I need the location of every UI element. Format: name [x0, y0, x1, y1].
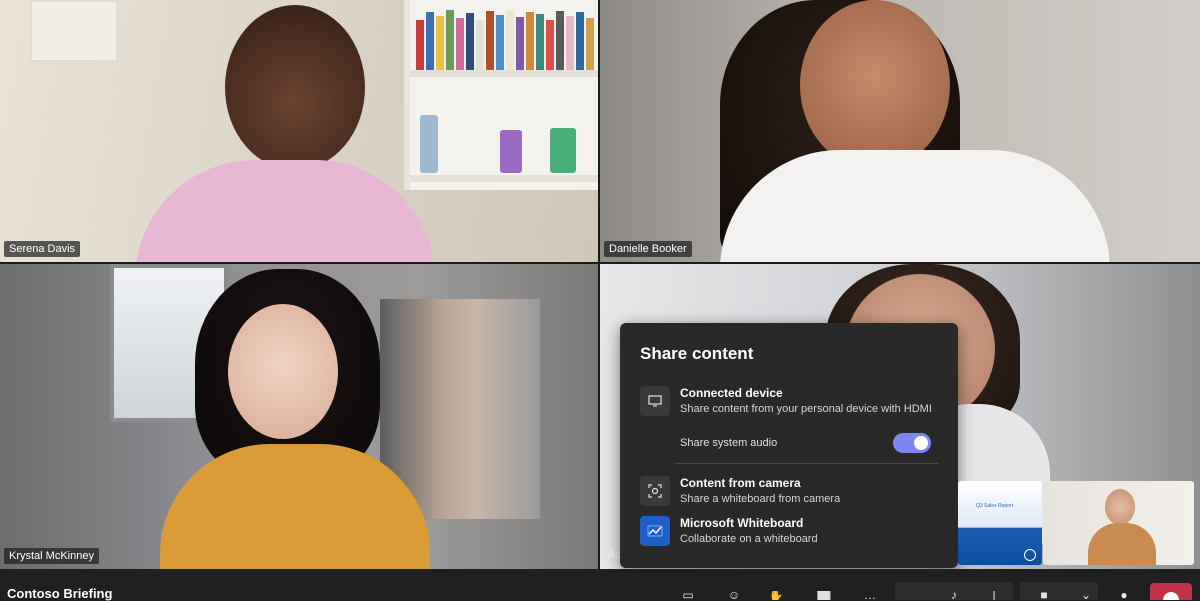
- popup-title: Share content: [640, 344, 754, 363]
- share-audio-toggle[interactable]: [893, 433, 931, 453]
- meeting-title: Contoso Briefing: [7, 586, 113, 601]
- option-title: Content from camera: [680, 476, 801, 490]
- camera-capture-icon: [640, 476, 670, 506]
- chevron-down-icon[interactable]: ⌄: [1078, 591, 1094, 600]
- microphone-icon[interactable]: ●: [1116, 591, 1132, 600]
- option-title: Microsoft Whiteboard: [680, 516, 804, 530]
- whiteboard-icon: [640, 516, 670, 546]
- video-tile-danielle[interactable]: Danielle Booker: [600, 0, 1200, 262]
- more-options-icon[interactable]: …: [862, 591, 878, 600]
- bookshelf: [404, 0, 598, 190]
- wall-poster: [30, 0, 118, 62]
- self-view-shirt: [1088, 523, 1156, 565]
- share-audio-label: Share system audio: [680, 437, 778, 449]
- leave-call-button[interactable]: [1150, 583, 1192, 600]
- thumbnail-label: Q3 Sales Report: [976, 503, 1013, 509]
- divider: [675, 463, 938, 464]
- participant-name-tag: Danielle Booker: [604, 241, 692, 257]
- layout-icon[interactable]: ▭: [680, 591, 696, 600]
- participant-face: [800, 0, 950, 170]
- option-subtitle: Collaborate on a whiteboard: [680, 533, 818, 545]
- option-microsoft-whiteboard[interactable]: Microsoft Whiteboard Collaborate on a wh…: [640, 516, 940, 548]
- monitor-icon: [640, 386, 670, 416]
- shared-content-thumbnail[interactable]: Q3 Sales Report: [958, 481, 1042, 565]
- share-content-popup: Share content Connected device Share con…: [620, 323, 958, 568]
- camera-icon[interactable]: ■: [1036, 591, 1052, 600]
- participant-shirt: [135, 160, 435, 262]
- video-tile-serena[interactable]: Serena Davis: [0, 0, 598, 262]
- option-connected-device[interactable]: Connected device Share content from your…: [640, 386, 940, 418]
- self-view-thumbnail[interactable]: [1043, 481, 1194, 565]
- option-subtitle: Share content from your personal device …: [680, 403, 932, 415]
- participant-silhouette: [225, 5, 365, 170]
- participant-name-tag: Krystal McKinney: [4, 548, 99, 564]
- hang-up-icon: [1163, 592, 1179, 600]
- self-view-person: [1105, 489, 1135, 525]
- participant-name-tag: Serena Davis: [4, 241, 81, 257]
- participant-shirt: [720, 150, 1110, 262]
- option-title: Connected device: [680, 386, 783, 400]
- toggle-knob: [914, 436, 928, 450]
- raise-hand-icon[interactable]: ✋: [768, 591, 784, 600]
- volume-divider-icon: |: [992, 591, 996, 600]
- people-icon[interactable]: ☺: [726, 591, 742, 600]
- option-content-from-camera[interactable]: Content from camera Share a whiteboard f…: [640, 476, 940, 508]
- video-tile-krystal[interactable]: Krystal McKinney: [0, 264, 598, 569]
- speaker-icon[interactable]: ♪: [946, 591, 962, 600]
- thumbnail-logo-icon: [1024, 549, 1036, 561]
- option-subtitle: Share a whiteboard from camera: [680, 493, 841, 505]
- meeting-control-bar: Contoso Briefing ▭ ☺ ✋ ⬜ … ♪ | ■ ⌄ ●: [0, 569, 1200, 601]
- participant-face: [228, 304, 338, 439]
- share-screen-icon[interactable]: ⬜: [816, 591, 832, 600]
